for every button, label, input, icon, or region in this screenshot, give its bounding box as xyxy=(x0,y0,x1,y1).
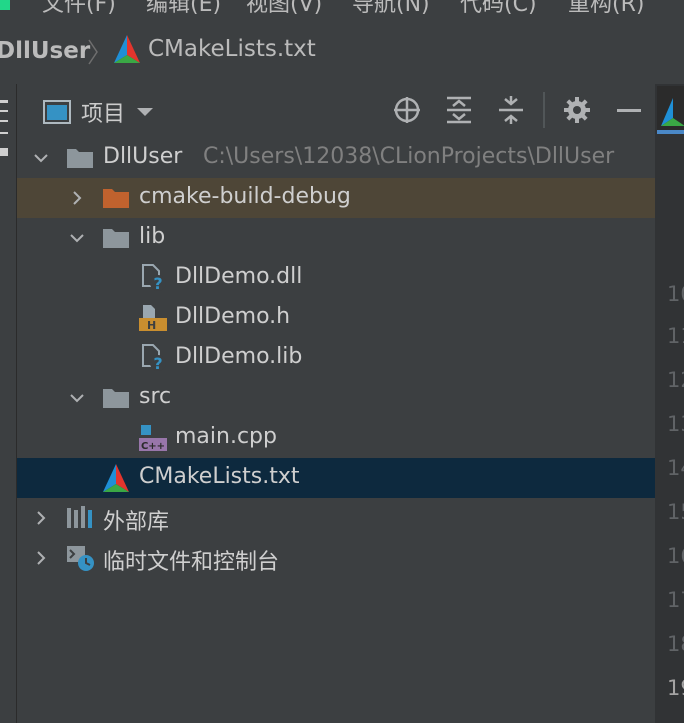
left-tool-strip xyxy=(0,84,17,723)
line-number-current: 19 xyxy=(667,676,684,700)
chevron-right-icon[interactable] xyxy=(33,550,49,566)
cmake-icon xyxy=(103,464,129,492)
tree-label: CMakeLists.txt xyxy=(139,464,300,489)
cpp-file-icon: C++ xyxy=(139,425,167,452)
tree-row-lib[interactable]: lib xyxy=(17,218,655,258)
tree-label: cmake-build-debug xyxy=(139,184,351,209)
chevron-down-icon[interactable] xyxy=(69,390,85,406)
svg-text:C++: C++ xyxy=(141,441,165,452)
tree-row-external-libraries[interactable]: 外部库 xyxy=(17,498,655,538)
editor-gutter: 10 11 12 13 14 15 16 17 18 19 xyxy=(655,84,684,723)
svg-text:?: ? xyxy=(153,274,162,292)
project-tool-window-icon[interactable] xyxy=(0,96,10,156)
tree-label: DllUser xyxy=(103,144,183,169)
project-panel-title: 项目 xyxy=(81,102,126,127)
chevron-down-icon xyxy=(137,108,154,116)
breadcrumb-file-label: CMakeLists.txt xyxy=(148,36,316,62)
breadcrumb: DllUser CMakeLists.txt xyxy=(0,14,684,85)
toolbar-divider xyxy=(543,92,545,128)
menu-refactor[interactable]: 重构(R) xyxy=(568,0,644,14)
tree-label: src xyxy=(139,384,172,409)
line-number: 13 xyxy=(667,412,684,436)
menu-edit[interactable]: 编辑(E) xyxy=(146,0,221,14)
project-window-icon xyxy=(43,100,71,124)
line-number: 10 xyxy=(667,282,684,306)
menu-file[interactable]: 文件(F) xyxy=(42,0,116,14)
tree-row-dlldemo-h[interactable]: H DllDemo.h xyxy=(17,298,655,338)
minimize-icon[interactable] xyxy=(615,96,643,124)
line-number: 17 xyxy=(667,588,684,612)
project-view-selector[interactable]: 项目 xyxy=(43,96,155,128)
menu-bar: 文件(F) 编辑(E) 视图(V) 导航(N) 代码(C) 重构(R) xyxy=(0,0,684,14)
folder-icon xyxy=(67,149,93,168)
chevron-down-icon[interactable] xyxy=(33,150,49,166)
tree-row-scratches-consoles[interactable]: 临时文件和控制台 xyxy=(17,538,655,578)
line-number: 12 xyxy=(667,368,684,392)
menu-code[interactable]: 代码(C) xyxy=(460,0,537,14)
folder-icon xyxy=(103,189,129,208)
tree-label: DllDemo.h xyxy=(175,304,291,329)
breadcrumb-project[interactable]: DllUser xyxy=(0,38,90,64)
editor-tab[interactable] xyxy=(657,86,684,134)
tree-row-dlldemo-lib[interactable]: ? DllDemo.lib xyxy=(17,338,655,378)
tree-label: DllDemo.dll xyxy=(175,264,303,289)
tree-label: 临时文件和控制台 xyxy=(103,550,280,575)
tree-row-dlldemo-dll[interactable]: ? DllDemo.dll xyxy=(17,258,655,298)
library-icon xyxy=(67,506,92,528)
chevron-right-icon[interactable] xyxy=(69,190,85,206)
svg-text:H: H xyxy=(147,319,156,332)
tree-path: C:\Users\12038\CLionProjects\DllUser xyxy=(203,144,615,169)
tree-row-cmake-build-debug[interactable]: cmake-build-debug xyxy=(17,178,655,218)
svg-text:?: ? xyxy=(153,354,162,372)
line-number: 16 xyxy=(667,544,684,568)
breadcrumb-separator-icon xyxy=(88,39,98,65)
line-number: 11 xyxy=(667,324,684,348)
tree-row-cmakelists[interactable]: CMakeLists.txt xyxy=(17,458,655,498)
collapse-all-icon[interactable] xyxy=(497,96,525,124)
menu-navigate[interactable]: 导航(N) xyxy=(352,0,430,14)
gear-icon[interactable] xyxy=(563,96,591,124)
unknown-file-icon: ? xyxy=(142,264,166,292)
menu-view[interactable]: 视图(V) xyxy=(246,0,322,14)
project-tree: DllUser C:\Users\12038\CLionProjects\Dll… xyxy=(17,138,655,578)
tree-row-main-cpp[interactable]: C++ main.cpp xyxy=(17,418,655,458)
unknown-file-icon: ? xyxy=(142,344,166,372)
scratches-icon xyxy=(67,546,94,571)
tree-row-dlluser[interactable]: DllUser C:\Users\12038\CLionProjects\Dll… xyxy=(17,138,655,178)
tree-label: 外部库 xyxy=(103,510,170,535)
tree-row-src[interactable]: src xyxy=(17,378,655,418)
cmake-icon xyxy=(657,98,684,134)
tree-label: DllDemo.lib xyxy=(175,344,303,369)
chevron-down-icon[interactable] xyxy=(69,230,85,246)
expand-all-icon[interactable] xyxy=(445,96,473,124)
header-file-icon: H xyxy=(139,305,167,332)
project-panel: 项目 DllUser C:\Users\12038\CLionProjects\… xyxy=(17,84,655,723)
project-toolbar: 项目 xyxy=(17,84,655,136)
locate-file-icon[interactable] xyxy=(393,96,421,124)
tree-label: main.cpp xyxy=(175,424,277,449)
line-number: 14 xyxy=(667,456,684,480)
breadcrumb-file[interactable]: CMakeLists.txt xyxy=(112,34,316,64)
cmake-icon xyxy=(114,35,140,63)
chevron-right-icon[interactable] xyxy=(33,510,49,526)
app-logo-icon xyxy=(0,0,10,14)
tree-label: lib xyxy=(139,224,166,249)
line-number: 18 xyxy=(667,632,684,656)
folder-icon xyxy=(103,389,129,408)
line-number: 15 xyxy=(667,500,684,524)
folder-icon xyxy=(103,229,129,248)
